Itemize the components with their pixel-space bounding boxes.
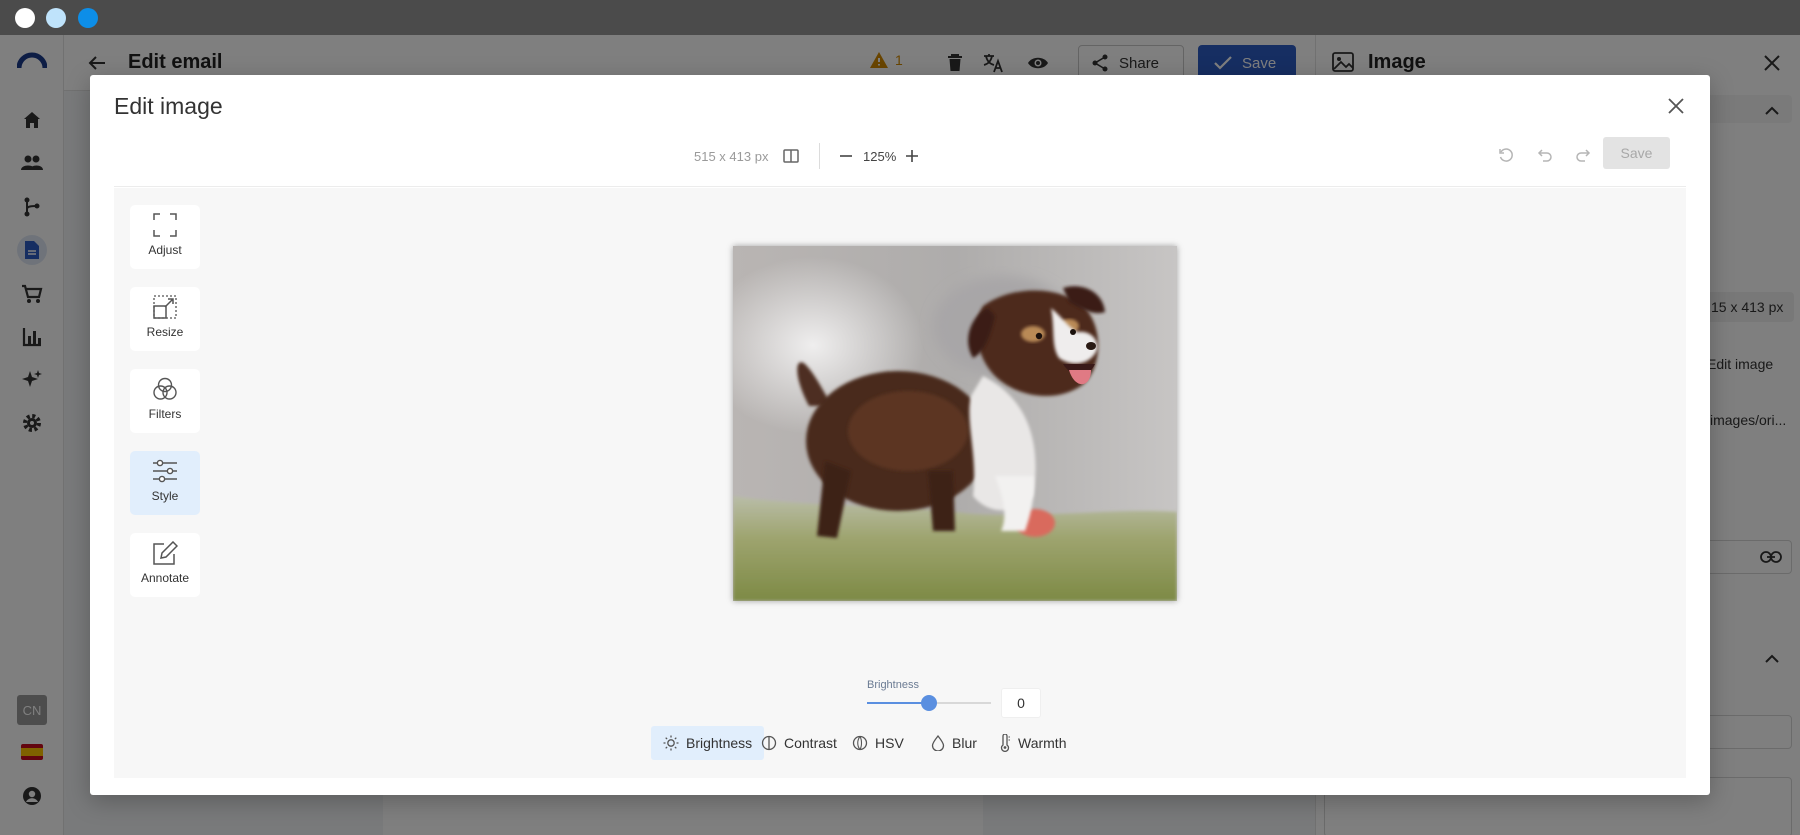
tab-label: HSV xyxy=(875,735,904,751)
tool-label: Resize xyxy=(146,325,184,339)
tab-label: Contrast xyxy=(784,735,837,751)
modal-close-icon[interactable] xyxy=(1664,94,1688,118)
undo-icon[interactable] xyxy=(1534,145,1556,167)
slider-fill xyxy=(867,702,929,704)
sun-icon xyxy=(663,735,679,751)
redo-icon[interactable] xyxy=(1572,145,1594,167)
tool-resize[interactable]: Resize xyxy=(130,287,200,351)
tab-warmth[interactable]: Warmth xyxy=(987,726,1078,760)
brightness-slider[interactable] xyxy=(867,695,991,711)
tab-contrast[interactable]: Contrast xyxy=(749,726,849,760)
tool-label: Filters xyxy=(148,407,182,421)
compare-icon[interactable] xyxy=(780,145,802,167)
editor-workspace: Adjust Resize Filters Style Annotate Bri… xyxy=(114,188,1686,778)
toolbar-divider xyxy=(819,143,820,169)
tool-style[interactable]: Style xyxy=(130,451,200,515)
hsv-icon xyxy=(852,735,868,751)
tab-brightness[interactable]: Brightness xyxy=(651,726,765,760)
brightness-value-input[interactable]: 0 xyxy=(1001,688,1041,718)
slider-label: Brightness xyxy=(867,679,919,691)
window-close-dot[interactable] xyxy=(15,8,35,28)
tab-label: Warmth xyxy=(1018,735,1067,751)
tool-adjust[interactable]: Adjust xyxy=(130,205,200,269)
tab-label: Blur xyxy=(952,735,977,751)
tool-label: Adjust xyxy=(148,243,182,257)
tab-label: Brightness xyxy=(686,735,753,751)
filters-icon xyxy=(153,377,177,400)
contrast-icon xyxy=(761,735,777,751)
thermometer-icon xyxy=(1000,734,1010,752)
tool-annotate[interactable]: Annotate xyxy=(130,533,200,597)
tool-filters[interactable]: Filters xyxy=(130,369,200,433)
edit-image-modal: Edit image 515 x 413 px 125% Save Adjust… xyxy=(90,75,1710,795)
crop-corners-icon xyxy=(153,213,177,237)
window-minimize-dot[interactable] xyxy=(46,8,66,28)
zoom-level: 125% xyxy=(863,149,897,164)
image-preview[interactable] xyxy=(733,246,1177,601)
window-maximize-dot[interactable] xyxy=(78,8,98,28)
sliders-icon xyxy=(153,459,177,483)
tool-label: Style xyxy=(151,489,179,503)
slider-thumb[interactable] xyxy=(921,695,937,711)
image-dimensions: 515 x 413 px xyxy=(694,149,769,164)
editor-save-button[interactable]: Save xyxy=(1603,137,1670,169)
zoom-in-icon[interactable] xyxy=(901,145,923,167)
modal-title: Edit image xyxy=(114,93,223,119)
resize-icon xyxy=(153,295,177,319)
editor-toolbar: 515 x 413 px 125% Save xyxy=(114,127,1686,187)
tab-hsv[interactable]: HSV xyxy=(840,726,916,760)
reset-icon[interactable] xyxy=(1495,145,1517,167)
annotate-pencil-icon xyxy=(153,541,178,565)
tool-label: Annotate xyxy=(140,571,190,585)
droplet-icon xyxy=(931,735,945,751)
zoom-out-icon[interactable] xyxy=(835,145,857,167)
window-titlebar xyxy=(0,0,1800,35)
tab-blur[interactable]: Blur xyxy=(919,726,989,760)
